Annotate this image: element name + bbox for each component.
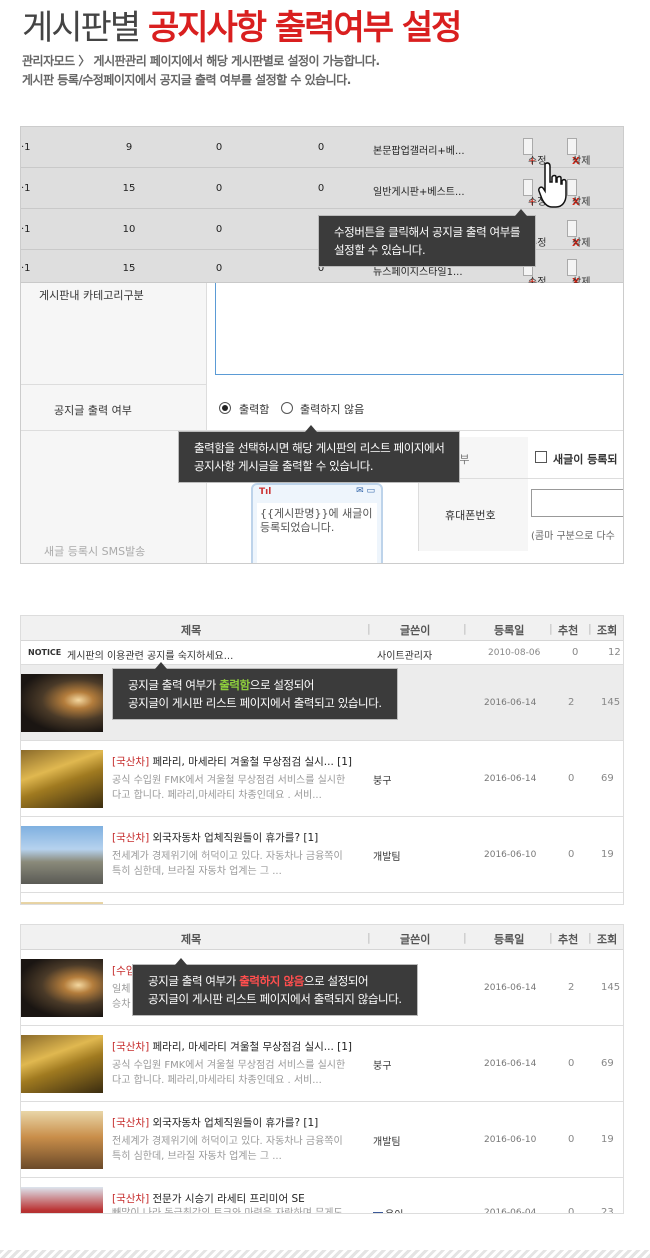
phone-value-cell: (콤마 구분으로 다수 <box>528 479 623 551</box>
list-item[interactable]: [국산차] 전문가 시승기 라세티 프리미어 SE 빼많이 나라 동급최강의 토… <box>21 1178 623 1214</box>
post-thumbnail[interactable] <box>21 1035 103 1093</box>
post-excerpt: 공식 수입원 FMK에서 겨울철 무상점검 서비스를 실시한 다고 합니다. 페라… <box>112 775 346 801</box>
notice-output-off-radio[interactable] <box>281 402 293 414</box>
post-title[interactable]: [국산차] 페라리, 마세라티 겨울철 무상점검 실시... [1] <box>112 754 352 769</box>
signal-icon: Tıl <box>259 487 272 497</box>
notice-on-tooltip: 공지글 출력 여부가 출력함으로 설정되어 공지글이 게시판 리스트 페이지에서… <box>112 662 398 720</box>
notice-off-tooltip: 공지글 출력 여부가 출력하지 않음으로 설정되어 공지글이 게시판 리스트 페… <box>132 958 418 1016</box>
post-title[interactable]: [국산차] 외국자동차 업체직원들이 휴가를? [1] <box>112 1115 318 1130</box>
post-thumbnail[interactable] <box>21 750 103 808</box>
category-textarea[interactable] <box>215 283 623 375</box>
description-line-1: 관리자모드 〉 게시판관리 페이지에서 해당 게시판별로 설정이 가능합니다. <box>22 54 380 68</box>
phone-label-cell: 휴대폰번호 <box>418 479 528 551</box>
list-item[interactable]: [국산차] 페라리, 마세라티 겨울철 무상점검 실시... [1] 공식 수입… <box>21 1026 623 1102</box>
post-list-notice-on: 제목 | 글쓴이 | 등록일 | 추천 | 조회 NOTICE 게시판의 이용관… <box>20 615 624 905</box>
post-excerpt: 일체 승차 <box>112 984 131 1010</box>
delete-button[interactable]: X 삭제 <box>567 259 590 288</box>
post-thumbnail[interactable] <box>21 1187 103 1213</box>
notice-post-row[interactable]: NOTICE 게시판의 이용관련 공지를 숙지하세요... 사이트관리자 201… <box>21 641 623 665</box>
post-excerpt: 공식 수입원 FMK에서 겨울철 무상점검 서비스를 실시한 다고 합니다. 페라… <box>112 1060 346 1086</box>
edit-button[interactable]: + 수정 <box>523 179 546 208</box>
post-thumbnail[interactable] <box>21 1111 103 1169</box>
list-item[interactable]: [국산차] 외국자동차 업체직원들이 휴가를? [1] 전세계가 경제위기에 허… <box>21 1102 623 1178</box>
notice-output-options: 출력함 출력하지 않음 <box>207 385 623 431</box>
footer-divider <box>0 1250 650 1258</box>
output-option-tooltip: 출력함을 선택하시면 해당 게시판의 리스트 페이지에서 공지사항 게시글을 출… <box>178 425 461 483</box>
edit-button[interactable]: + 수정 <box>523 138 546 167</box>
phone-number-input[interactable] <box>531 489 623 517</box>
notice-output-on-label: 출력함 <box>239 403 270 416</box>
board-admin-panel: ·1 9 0 0 본문팝업갤러리+베... + 수정 X 삭제 ·1 15 0 … <box>20 126 624 564</box>
list-header: 제목 | 글쓴이 | 등록일 | 추천 | 조회 <box>21 616 623 641</box>
hand-cursor-icon <box>538 162 567 208</box>
notice-badge: NOTICE <box>28 648 62 657</box>
notice-output-on-radio[interactable] <box>219 402 231 414</box>
category-label-cell: 게시판내 카테고리구분 <box>21 283 207 385</box>
list-item[interactable]: [국산차] 페라리, 마세라티 겨울철 무상점검 실시... [1] 공식 수입… <box>21 741 623 817</box>
message-battery-icon: ✉ ▭ <box>356 486 375 496</box>
sms-preview-text: {{게시판명}}에 새글이 등록되었습니다. <box>257 503 377 563</box>
notice-title[interactable]: 게시판의 이용관련 공지를 숙지하세요... <box>67 647 233 662</box>
sms-preview-phone: Tıl ✉ ▭ {{게시판명}}에 새글이 등록되었습니다. <box>251 483 383 563</box>
post-writer: f용이 <box>373 1206 403 1213</box>
delete-button[interactable]: X 삭제 <box>567 179 590 208</box>
post-title[interactable]: [국산차] 페라리, 마세라티 겨울철 무상점검 실시... [1] <box>112 1039 352 1054</box>
page-title: 게시판별 공지사항 출력여부 설정 <box>22 8 462 48</box>
delete-button[interactable]: X 삭제 <box>567 220 590 249</box>
notice-output-off-label: 출력하지 않음 <box>300 403 365 416</box>
post-title[interactable]: [국산차] 전문가 시승기 라세티 프리미어 SE <box>112 1191 305 1206</box>
post-thumbnail[interactable] <box>21 674 103 732</box>
new-post-checkbox[interactable] <box>535 451 547 463</box>
description-line-2: 게시판 등록/수정페이지에서 공지글 출력 여부를 설정할 수 있습니다. <box>22 73 351 87</box>
send-option-cell: 새글이 등록되 <box>528 437 623 479</box>
post-excerpt: 전세계가 경제위기에 허덕이고 있다. 자동차나 금융쪽이 특히 심한데, 브라질… <box>112 851 343 877</box>
board-row: ·1 15 0 0 일반게시판+베스트... + 수정 X 삭제 <box>21 168 623 209</box>
post-title[interactable]: [국산차] 외국자동차 업체직원들이 휴가를? [1] <box>112 830 318 845</box>
board-row: ·1 9 0 0 본문팝업갤러리+베... + 수정 X 삭제 <box>21 127 623 168</box>
post-excerpt: 전세계가 경제위기에 허덕이고 있다. 자동차나 금융쪽이 특히 심한데, 브라질… <box>112 1136 343 1162</box>
list-item[interactable]: [국산차] 외국자동차 업체직원들이 휴가를? [1] 전세계가 경제위기에 허… <box>21 817 623 893</box>
delete-button[interactable]: X 삭제 <box>567 138 590 167</box>
edit-button-tooltip: 수정버튼을 클릭해서 공지글 출력 여부를 설정할 수 있습니다. <box>318 209 537 267</box>
post-thumbnail[interactable] <box>21 826 103 884</box>
page-title-highlight: 공지사항 출력여부 설정 <box>147 8 462 48</box>
list-header: 제목 | 글쓴이 | 등록일 | 추천 | 조회 <box>21 925 623 950</box>
post-thumbnail[interactable] <box>21 902 103 904</box>
list-item[interactable] <box>21 893 623 904</box>
page-description: 관리자모드 〉 게시판관리 페이지에서 해당 게시판별로 설정이 가능합니다. … <box>22 52 380 90</box>
post-thumbnail[interactable] <box>21 959 103 1017</box>
notice-output-label-cell: 공지글 출력 여부 <box>21 385 207 431</box>
post-excerpt: 빼많이 나라 동급최강의 토크와 마력을 자랑하며 무게도 <box>112 1208 343 1214</box>
facebook-icon: f <box>373 1212 383 1213</box>
